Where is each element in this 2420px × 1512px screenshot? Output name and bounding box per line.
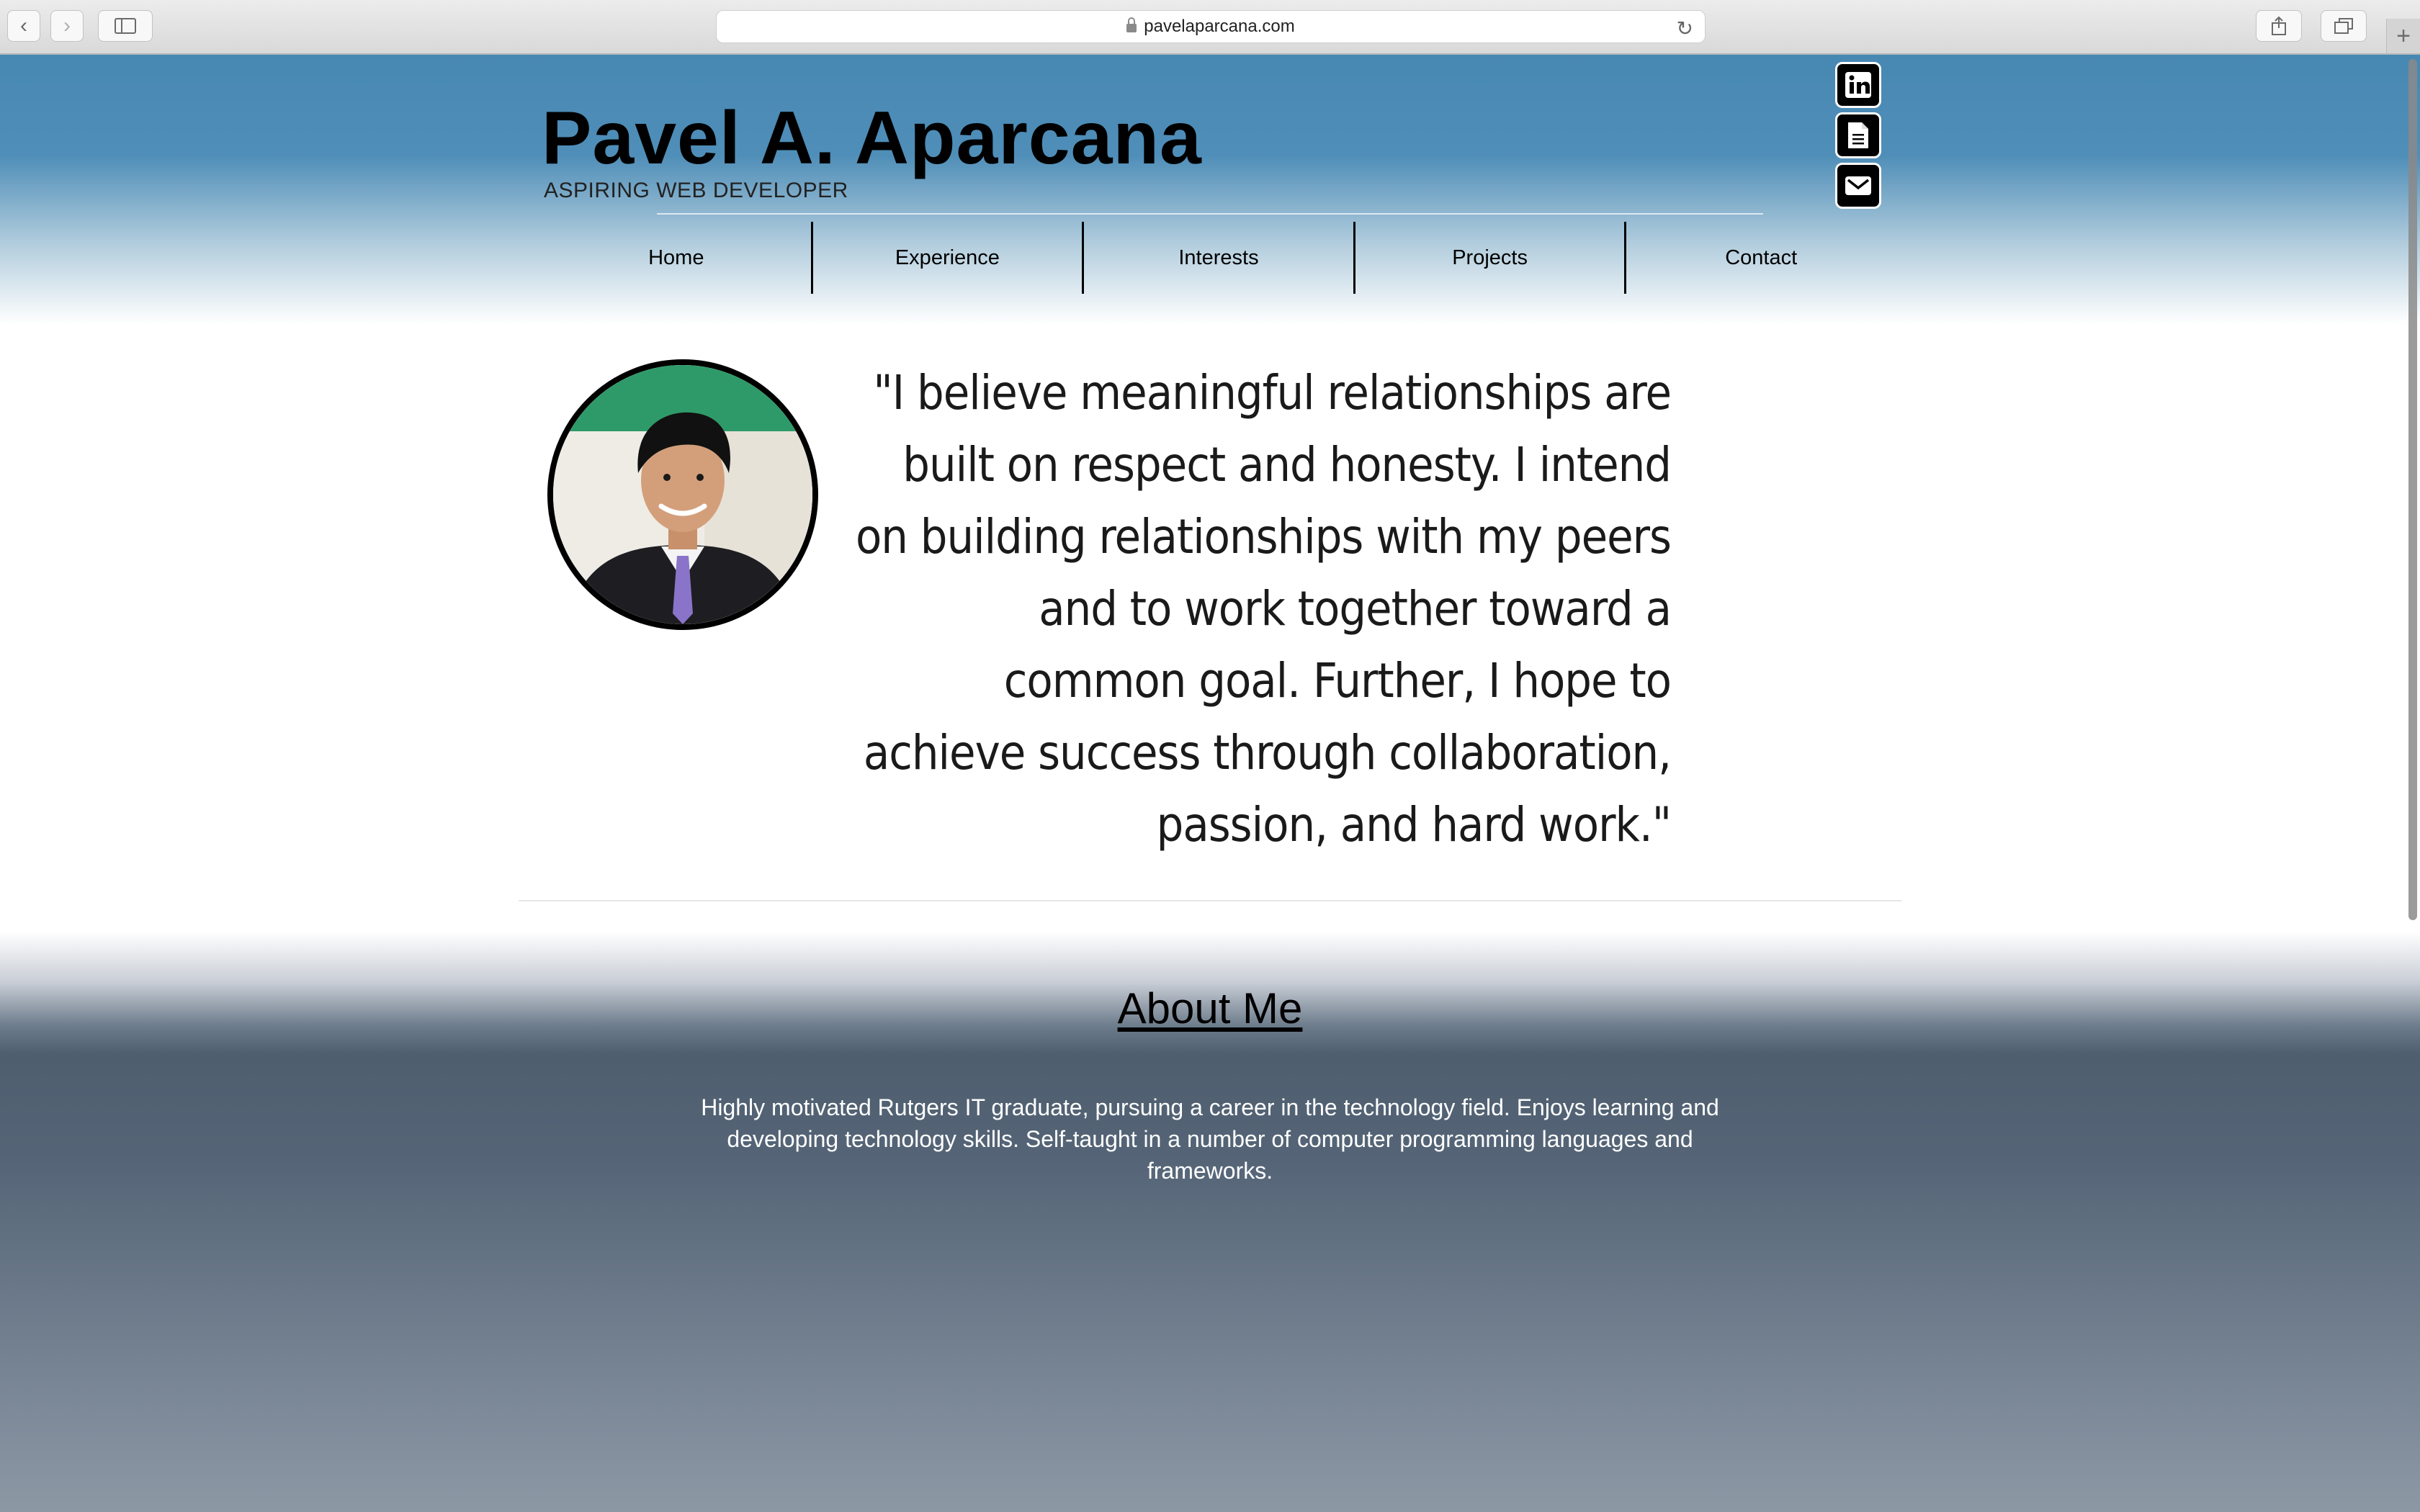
email-icon (1845, 176, 1871, 195)
forward-button[interactable]: › (50, 10, 84, 42)
url-text: pavelaparcana.com (1144, 17, 1295, 36)
header-divider (657, 213, 1763, 215)
nav-item-home[interactable]: Home (542, 222, 813, 294)
about-heading: About Me (1117, 984, 1303, 1032)
browser-toolbar: ‹ › pavelaparcana.com ↻ + (0, 0, 2420, 55)
reload-icon[interactable]: ↻ (1677, 17, 1693, 40)
nav-item-interests[interactable]: Interests (1084, 222, 1355, 294)
about-description: Highly motivated Rutgers IT graduate, pu… (701, 1094, 1719, 1184)
resume-link[interactable] (1835, 112, 1881, 158)
web-page: Pavel A. Aparcana ASPIRING WEB DEVELOPER… (0, 55, 2420, 1512)
site-subtitle: ASPIRING WEB DEVELOPER (544, 179, 848, 202)
chevron-right-icon: › (63, 14, 71, 37)
email-link[interactable] (1835, 163, 1881, 209)
main-nav: Home Experience Interests Projects Conta… (542, 222, 1896, 294)
profile-photo (547, 359, 818, 630)
profile-portrait-image (553, 365, 812, 624)
sidebar-toggle-button[interactable] (98, 10, 153, 42)
new-tab-button[interactable]: + (2386, 19, 2420, 53)
share-button[interactable] (2256, 10, 2302, 42)
resume-document-icon (1848, 122, 1868, 148)
site-title: Pavel A. Aparcana (542, 96, 1202, 180)
nav-item-projects[interactable]: Projects (1355, 222, 1627, 294)
hero-quote: "I believe meaningful relationships are … (855, 365, 1672, 852)
lock-icon (1126, 17, 1137, 32)
social-links (1835, 62, 1881, 209)
address-bar[interactable]: pavelaparcana.com ↻ (716, 10, 1706, 43)
tabs-icon (2334, 18, 2353, 34)
tabs-overview-button[interactable] (2321, 10, 2367, 42)
share-icon (2272, 16, 2286, 35)
linkedin-icon (1845, 72, 1871, 98)
section-divider (519, 900, 1901, 901)
plus-icon: + (2396, 22, 2411, 50)
chevron-left-icon: ‹ (20, 14, 27, 37)
linkedin-link[interactable] (1835, 62, 1881, 108)
page-scrollbar[interactable] (2408, 59, 2417, 920)
sidebar-icon (115, 18, 136, 34)
nav-item-contact[interactable]: Contact (1626, 222, 1896, 294)
nav-item-experience[interactable]: Experience (813, 222, 1085, 294)
back-button[interactable]: ‹ (7, 10, 40, 42)
